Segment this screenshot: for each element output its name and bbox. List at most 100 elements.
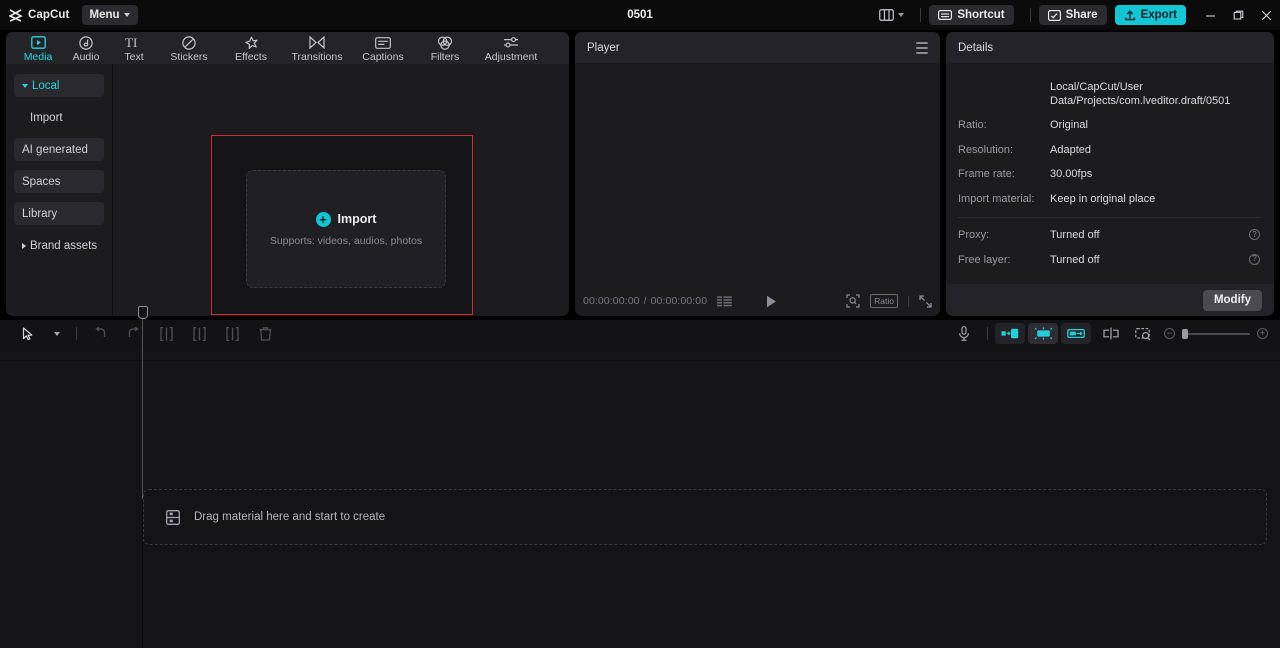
layout-button[interactable] (873, 7, 910, 23)
import-drop-zone[interactable]: + Import Supports: videos, audios, photo… (211, 135, 473, 315)
details-row-ratio: Ratio: Original (958, 119, 1260, 133)
details-value: Keep in original place (1050, 192, 1156, 205)
media-panel-icon (166, 509, 180, 525)
share-label: Share (1065, 9, 1098, 21)
export-label: Export (1140, 9, 1177, 21)
zoom-slider-track[interactable] (1182, 328, 1250, 339)
trim-right-button[interactable] (216, 323, 249, 345)
close-icon[interactable] (1252, 0, 1280, 30)
brand-name: CapCut (28, 9, 70, 21)
tab-text[interactable]: TI Text (110, 32, 158, 64)
media-play-frame-icon (30, 35, 46, 50)
play-icon[interactable] (766, 295, 777, 308)
chevron-down-icon (54, 331, 60, 336)
sidebar-item-brand-assets[interactable]: Brand assets (14, 234, 104, 257)
audio-note-icon (79, 35, 93, 50)
import-drop-inner[interactable]: + Import Supports: videos, audios, photo… (246, 170, 446, 288)
player-header: Player (575, 32, 940, 63)
help-circle-icon[interactable]: ? (1249, 253, 1260, 265)
playhead-icon[interactable] (138, 306, 148, 634)
tab-adjustment[interactable]: Adjustment (476, 32, 546, 64)
mirror-split-button[interactable] (1094, 323, 1127, 345)
hamburger-menu-icon[interactable] (916, 41, 928, 54)
playhead-handle[interactable] (138, 306, 148, 319)
tab-transitions[interactable]: Transitions (282, 32, 352, 64)
shortcut-button[interactable]: Shortcut (929, 5, 1014, 25)
zoom-slider-handle[interactable] (1182, 328, 1188, 339)
details-panel: Details Local/CapCut/User Data/Projects/… (946, 32, 1274, 316)
fullscreen-icon[interactable] (919, 294, 932, 308)
auto-fit-right-button[interactable] (1061, 323, 1091, 344)
tab-stickers[interactable]: Stickers (158, 32, 220, 64)
time-separator: / (643, 295, 647, 307)
zoom-in-icon[interactable]: + (1257, 328, 1268, 339)
tab-label: Filters (430, 51, 460, 63)
ratio-button[interactable]: Ratio (870, 294, 898, 308)
tab-label: Captions (362, 51, 404, 63)
details-label: Free layer: (958, 253, 1011, 266)
divider (920, 8, 922, 22)
export-button[interactable]: Export (1114, 5, 1186, 25)
tab-audio[interactable]: Audio (62, 32, 110, 64)
undo-button[interactable] (84, 323, 117, 345)
sidebar-item-local[interactable]: Local (14, 74, 104, 97)
details-label: Resolution: (958, 143, 1014, 156)
import-label: Import (337, 212, 377, 226)
select-tool-button[interactable] (12, 323, 45, 345)
filters-rings-icon (437, 35, 453, 50)
capcut-logo-icon (9, 8, 23, 22)
minimize-icon[interactable] (1196, 0, 1224, 30)
tab-effects[interactable]: Effects (220, 32, 282, 64)
import-action[interactable]: + Import (315, 211, 377, 227)
text-ti-icon: TI (125, 35, 143, 50)
sidebar-item-spaces[interactable]: Spaces (14, 170, 104, 193)
brand: CapCut (9, 8, 70, 22)
tab-label: Media (23, 51, 53, 63)
modify-button[interactable]: Modify (1202, 289, 1262, 311)
tab-media[interactable]: Media (14, 32, 62, 64)
tab-bar: Media Audio TI Text Stickers Effects Tra… (6, 32, 569, 64)
details-row-import-material: Import material: Keep in original place (958, 193, 1260, 207)
share-button[interactable]: Share (1038, 5, 1107, 25)
record-voiceover-button[interactable] (947, 323, 980, 345)
sidebar-item-label: AI generated (22, 143, 88, 156)
plus-circle-icon: + (315, 211, 331, 227)
current-time: 00:00:00:00 (583, 295, 640, 307)
divider (987, 327, 988, 340)
timeline-zoom-slider[interactable]: − + (1164, 328, 1268, 339)
tab-filters[interactable]: Filters (414, 32, 476, 64)
preview-crop-button[interactable] (1127, 323, 1160, 345)
title-bar: CapCut Menu 0501 Shortcut Share Export (0, 0, 1280, 30)
details-value: Original (1050, 119, 1088, 131)
divider (1029, 8, 1031, 22)
delete-button[interactable] (249, 323, 282, 345)
keyboard-icon (938, 10, 953, 20)
split-button[interactable] (150, 323, 183, 345)
timeline-drop-zone[interactable]: Drag material here and start to create (143, 489, 1267, 545)
sidebar-item-label: Local (32, 79, 60, 92)
help-circle-icon[interactable]: ? (1249, 229, 1260, 240)
effects-sparkle-icon (244, 35, 259, 50)
zoom-out-icon[interactable]: − (1164, 328, 1175, 339)
menu-label: Menu (89, 9, 120, 21)
player-stage[interactable] (575, 63, 940, 286)
timeline-ruler[interactable] (0, 347, 1280, 361)
maximize-icon[interactable] (1224, 0, 1252, 30)
timeline-track-headers (0, 361, 143, 648)
media-content-area: + Import Supports: videos, audios, photo… (114, 64, 569, 316)
sidebar-item-library[interactable]: Library (14, 202, 104, 225)
details-row-proxy: Proxy: Turned off ? (958, 229, 1260, 243)
auto-fit-center-button[interactable] (1028, 323, 1058, 344)
sidebar-item-import[interactable]: Import (14, 106, 104, 129)
trim-left-button[interactable] (183, 323, 216, 345)
tab-captions[interactable]: Captions (352, 32, 414, 64)
menu-button[interactable]: Menu (81, 5, 138, 25)
auto-fit-left-button[interactable] (995, 323, 1025, 344)
tool-dropdown-button[interactable] (45, 323, 69, 345)
magnify-frame-icon[interactable] (846, 294, 860, 308)
sidebar-item-ai-generated[interactable]: AI generated (14, 138, 104, 161)
timeline-toolbar: − + (0, 320, 1280, 347)
chevron-right-icon (22, 242, 26, 249)
playlist-icon[interactable] (717, 295, 732, 307)
tab-label: Text (124, 51, 144, 63)
